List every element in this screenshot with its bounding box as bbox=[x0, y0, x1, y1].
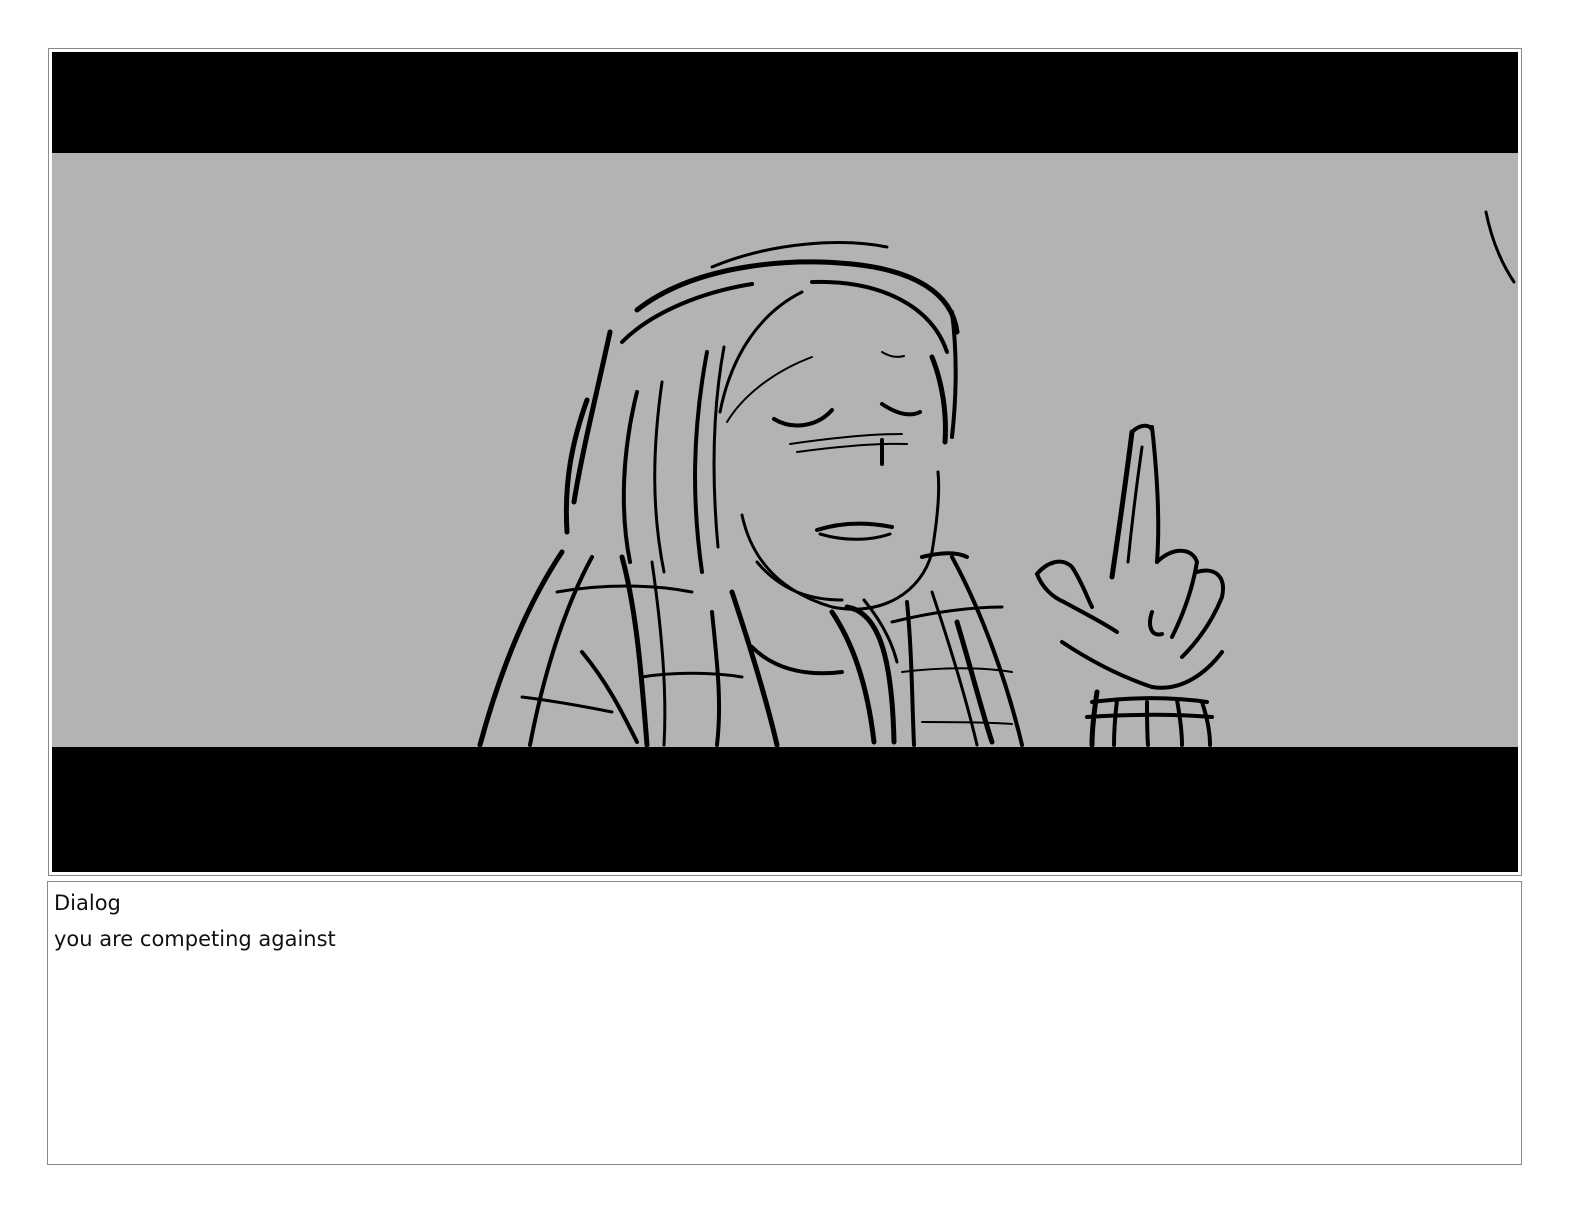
storyboard-sketch-image bbox=[52, 52, 1518, 872]
dialog-label: Dialog bbox=[54, 891, 121, 915]
scene-background bbox=[52, 153, 1518, 747]
sketch-illustration bbox=[52, 153, 1518, 748]
dialog-text: you are competing against bbox=[54, 927, 336, 951]
storyboard-panel bbox=[48, 48, 1522, 876]
dialog-notes-box: Dialog you are competing against bbox=[47, 881, 1522, 1165]
